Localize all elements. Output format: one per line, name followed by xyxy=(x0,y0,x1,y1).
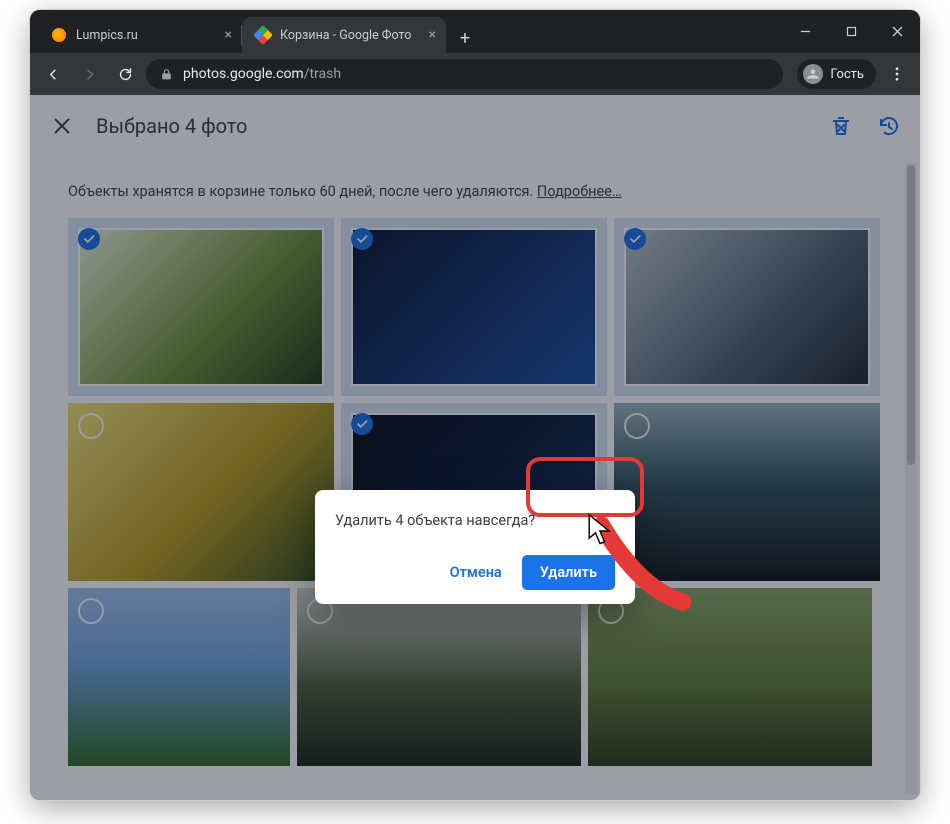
confirm-delete-button[interactable]: Удалить xyxy=(522,555,615,590)
tab-label: Lumpics.ru xyxy=(76,28,215,43)
forward-button[interactable] xyxy=(74,59,104,89)
back-button[interactable] xyxy=(38,59,68,89)
url-path: /trash xyxy=(304,66,341,82)
favicon-lumpics xyxy=(52,28,66,42)
url-host: photos.google.com xyxy=(183,66,304,82)
tab-lumpics[interactable]: Lumpics.ru × xyxy=(38,17,242,53)
favicon-google-photos xyxy=(256,28,270,42)
toolbar: photos.google.com/trash Гость xyxy=(30,53,920,95)
dialog-message: Удалить 4 объекта навсегда? xyxy=(335,512,615,529)
address-bar[interactable]: photos.google.com/trash xyxy=(146,59,783,89)
lock-icon xyxy=(160,68,173,81)
minimize-button[interactable] xyxy=(782,10,828,53)
avatar-icon xyxy=(803,64,823,84)
profile-chip[interactable]: Гость xyxy=(797,59,876,89)
confirm-delete-dialog: Удалить 4 объекта навсегда? Отмена Удали… xyxy=(315,490,635,604)
profile-label: Гость xyxy=(830,67,864,82)
new-tab-button[interactable]: + xyxy=(450,23,480,53)
tab-strip: Lumpics.ru × Корзина - Google Фото × + xyxy=(30,10,920,53)
close-icon[interactable]: × xyxy=(225,27,232,43)
cancel-button[interactable]: Отмена xyxy=(438,556,514,589)
browser-window: Lumpics.ru × Корзина - Google Фото × + xyxy=(30,10,920,800)
page-content: Выбрано 4 фото Объекты хранятся в корзин… xyxy=(30,95,920,800)
modal-overlay[interactable] xyxy=(30,95,920,800)
maximize-button[interactable] xyxy=(828,10,874,53)
close-icon[interactable]: × xyxy=(429,27,436,43)
reload-button[interactable] xyxy=(110,59,140,89)
tab-label: Корзина - Google Фото xyxy=(280,28,419,43)
close-window-button[interactable] xyxy=(874,10,920,53)
window-controls xyxy=(782,10,920,53)
tab-google-photos-trash[interactable]: Корзина - Google Фото × xyxy=(242,17,446,53)
kebab-menu-button[interactable] xyxy=(882,59,912,89)
